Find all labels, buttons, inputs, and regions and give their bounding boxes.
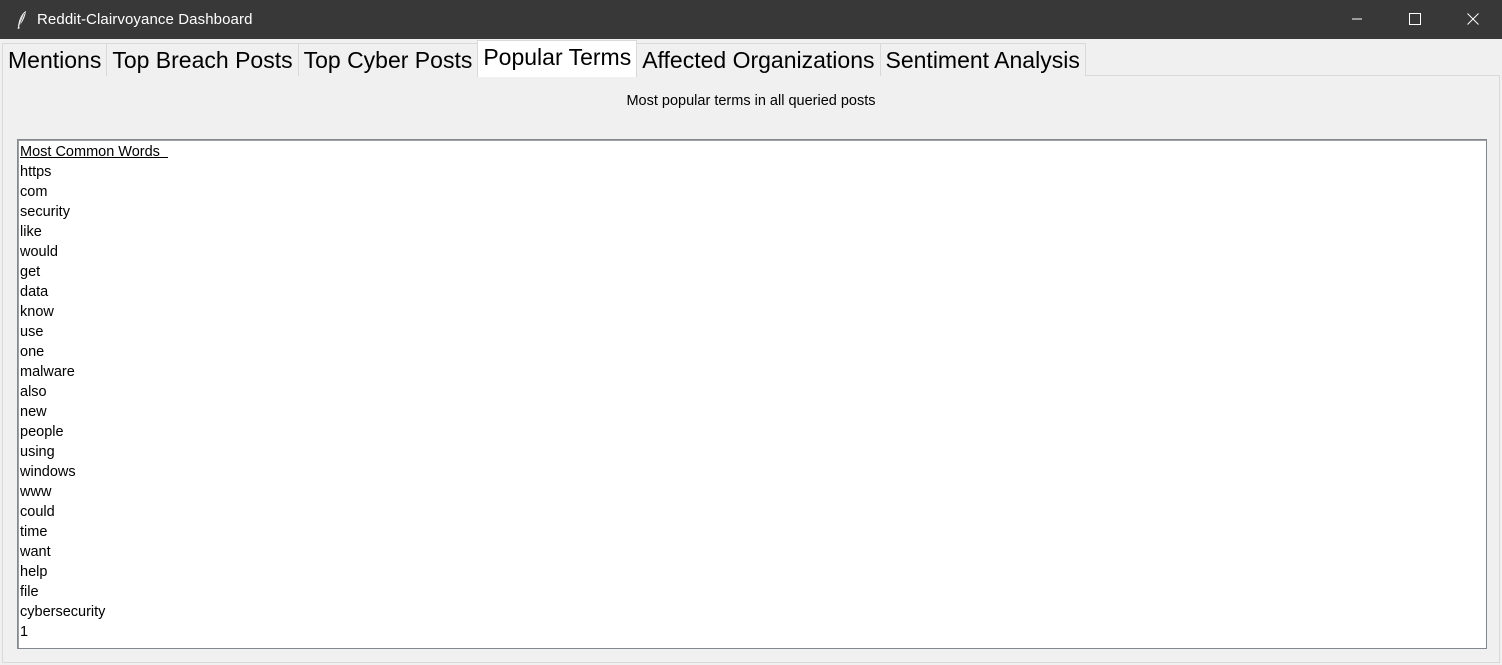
list-item[interactable]: like — [18, 222, 1486, 242]
list-item[interactable]: time — [18, 522, 1486, 542]
tab-affected-organizations[interactable]: Affected Organizations — [636, 43, 881, 76]
close-icon — [1467, 10, 1479, 29]
window-controls — [1328, 0, 1502, 39]
list-item[interactable]: new — [18, 402, 1486, 422]
list-item[interactable]: would — [18, 242, 1486, 262]
list-item[interactable]: one — [18, 342, 1486, 362]
list-item[interactable]: www — [18, 482, 1486, 502]
tab-bar: Mentions Top Breach Posts Top Cyber Post… — [2, 39, 1086, 77]
list-item[interactable]: could — [18, 502, 1486, 522]
tab-popular-terms[interactable]: Popular Terms — [477, 40, 638, 77]
tab-mentions[interactable]: Mentions — [2, 43, 108, 76]
list-item[interactable]: using — [18, 442, 1486, 462]
popular-terms-panel: Most popular terms in all queried posts … — [2, 75, 1500, 663]
app-window: Reddit-Clairvoyance Dashboard Most popul… — [0, 0, 1502, 665]
list-item[interactable]: want — [18, 542, 1486, 562]
tab-top-cyber-posts[interactable]: Top Cyber Posts — [297, 43, 479, 76]
list-item[interactable]: 1 — [18, 622, 1486, 642]
maximize-icon — [1409, 10, 1421, 29]
list-item[interactable]: malware — [18, 362, 1486, 382]
list-item[interactable]: also — [18, 382, 1486, 402]
title-bar[interactable]: Reddit-Clairvoyance Dashboard — [0, 0, 1502, 39]
minimize-icon — [1351, 10, 1363, 29]
list-header[interactable]: Most Common Words — [18, 142, 1486, 162]
close-button[interactable] — [1444, 0, 1502, 39]
list-item[interactable]: https — [18, 162, 1486, 182]
list-item[interactable]: help — [18, 562, 1486, 582]
list-item[interactable]: security — [18, 202, 1486, 222]
list-item[interactable]: people — [18, 422, 1486, 442]
list-item[interactable]: get — [18, 262, 1486, 282]
list-item[interactable]: data — [18, 282, 1486, 302]
list-item[interactable]: cybersecurity — [18, 602, 1486, 622]
minimize-button[interactable] — [1328, 0, 1386, 39]
list-item[interactable]: windows — [18, 462, 1486, 482]
list-item[interactable]: file — [18, 582, 1486, 602]
window-title: Reddit-Clairvoyance Dashboard — [37, 11, 253, 28]
list-item[interactable]: use — [18, 322, 1486, 342]
common-words-listbox[interactable]: Most Common Words https com security like wo… — [17, 139, 1487, 649]
tab-top-breach-posts[interactable]: Top Breach Posts — [106, 43, 299, 76]
panel-subtitle: Most popular terms in all queried posts — [626, 93, 876, 109]
tab-sentiment-analysis[interactable]: Sentiment Analysis — [879, 43, 1086, 76]
list-item[interactable]: know — [18, 302, 1486, 322]
list-item[interactable]: com — [18, 182, 1486, 202]
maximize-button[interactable] — [1386, 0, 1444, 39]
feather-icon — [15, 10, 29, 29]
